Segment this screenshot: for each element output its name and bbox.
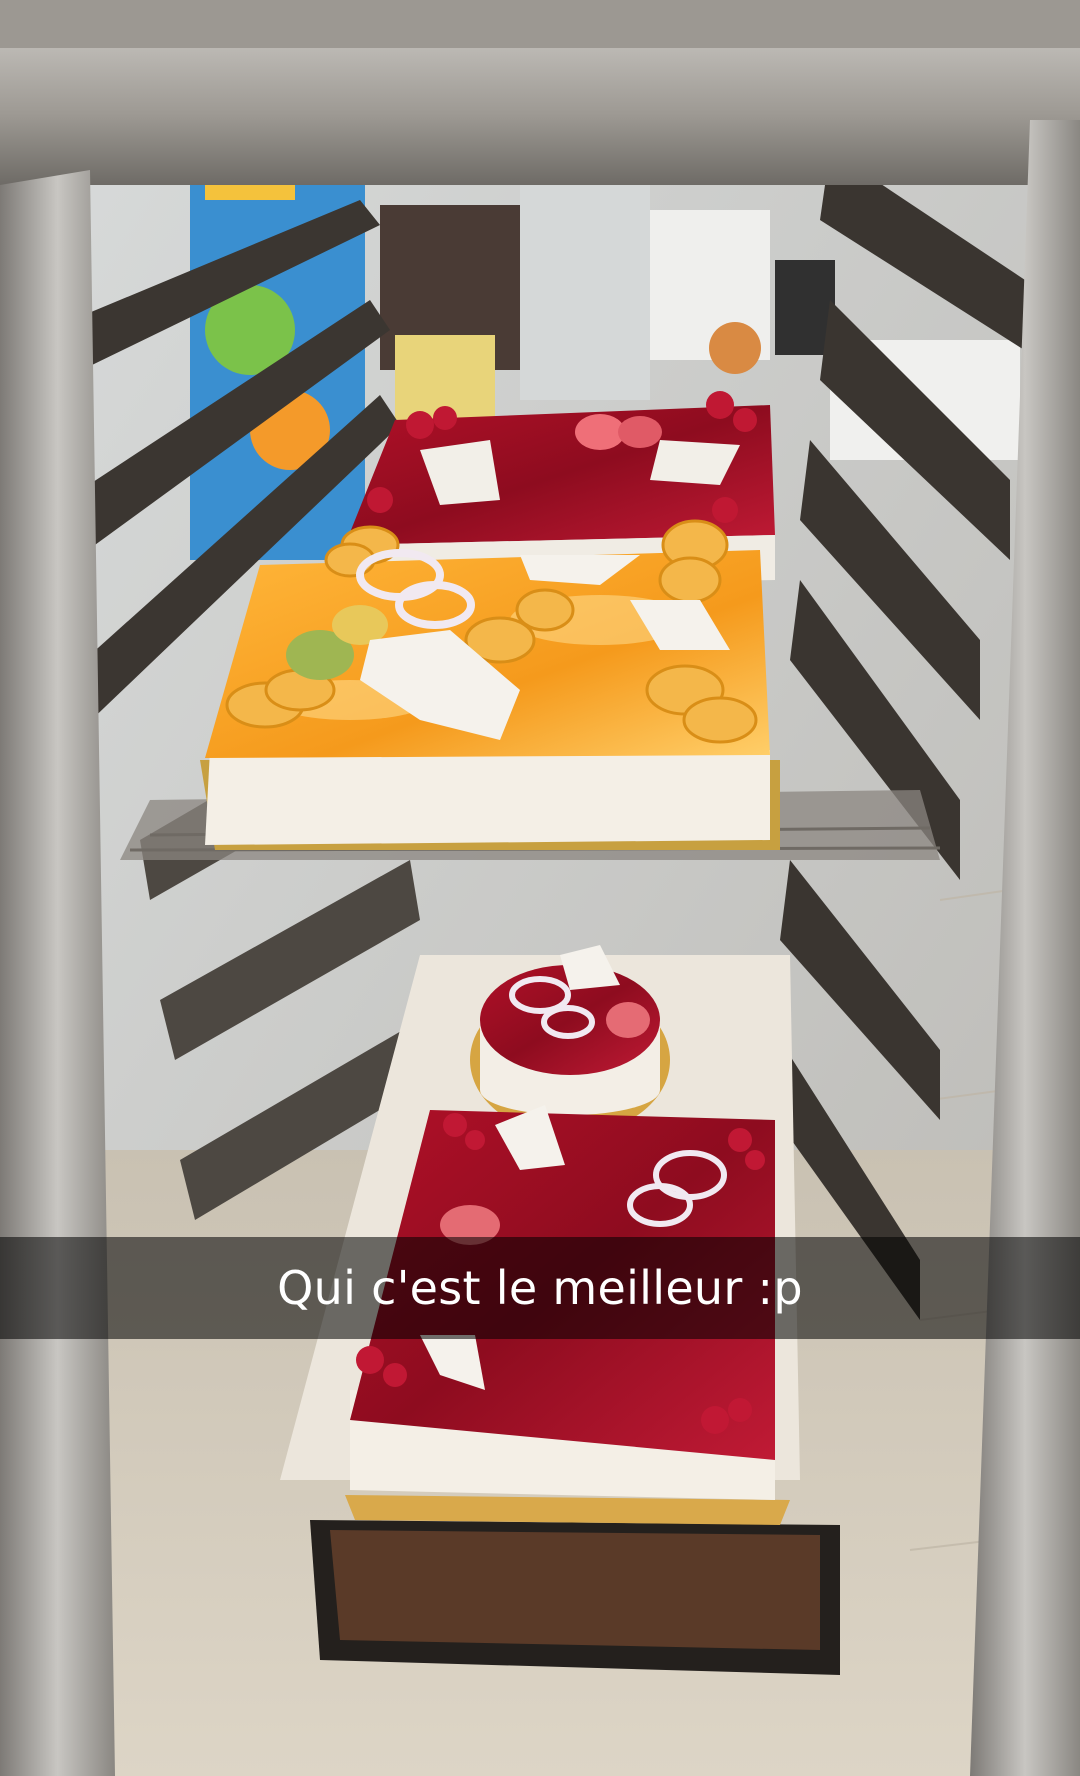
caption-text: Qui c'est le meilleur :p — [277, 1261, 803, 1315]
snap-caption-bar: Qui c'est le meilleur :p — [0, 1237, 1080, 1339]
snap-screen: C — [0, 0, 1080, 1776]
bakery-rack-photo: C — [0, 0, 1080, 1776]
